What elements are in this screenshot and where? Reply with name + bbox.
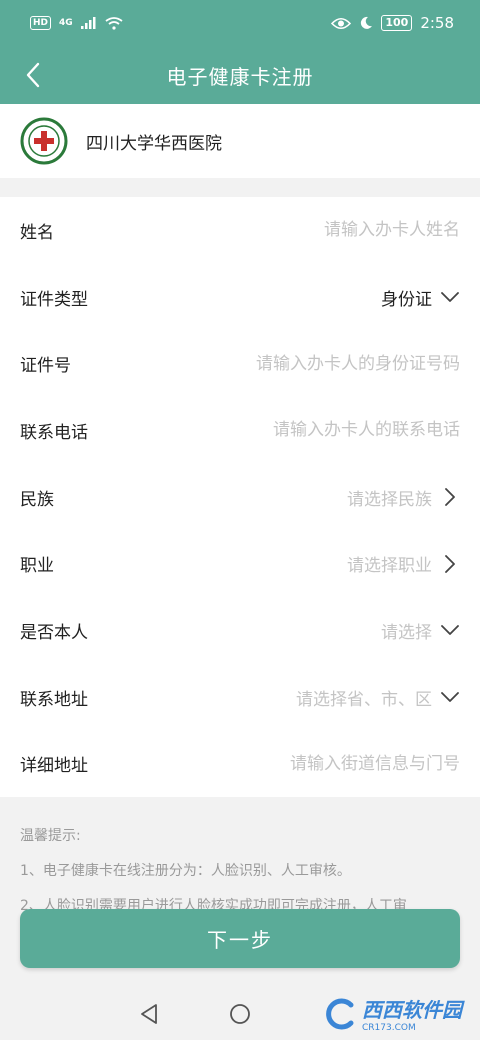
form-row-self[interactable]: 是否本人 请选择 — [0, 597, 480, 664]
signal-icon — [80, 17, 96, 29]
home-circle-icon[interactable] — [229, 1003, 251, 1025]
address-label: 联系地址 — [20, 689, 88, 710]
self-label: 是否本人 — [20, 622, 88, 643]
id-number-input[interactable] — [160, 353, 460, 374]
watermark-text: 西西软件园 — [362, 998, 462, 1022]
network-type: 4G — [59, 18, 73, 28]
status-right: 100 2:58 — [331, 14, 454, 32]
phone-label: 联系电话 — [20, 422, 88, 443]
hospital-name: 四川大学华西医院 — [86, 133, 222, 154]
hospital-logo — [20, 117, 68, 165]
form-row-ethnicity[interactable]: 民族 请选择民族 — [0, 464, 480, 531]
chevron-down-icon — [440, 287, 460, 307]
self-select[interactable]: 请选择 — [381, 618, 460, 643]
registration-form: 姓名 证件类型 身份证 证件号 联系电话 民族 请选择民族 职业 请选择职业 — [0, 197, 480, 797]
tips-section: 温馨提示: 1、电子健康卡在线注册分为：人脸识别、人工审核。 2、人脸识别需要用… — [0, 797, 480, 917]
name-input[interactable] — [160, 220, 460, 241]
name-label: 姓名 — [20, 222, 54, 243]
detail-address-label: 详细地址 — [20, 756, 88, 777]
phone-input[interactable] — [160, 420, 460, 441]
detail-address-input[interactable] — [160, 753, 460, 774]
chevron-right-icon — [440, 487, 460, 507]
chevron-right-icon — [440, 554, 460, 574]
address-placeholder: 请选择省、市、区 — [296, 689, 432, 710]
ethnicity-label: 民族 — [20, 489, 54, 510]
wifi-icon — [105, 16, 123, 30]
id-type-label: 证件类型 — [20, 289, 88, 310]
self-placeholder: 请选择 — [381, 622, 432, 643]
chevron-left-icon — [26, 62, 40, 88]
form-row-id-number: 证件号 — [0, 330, 480, 397]
id-type-select[interactable]: 身份证 — [381, 285, 460, 310]
watermark-sub: CR173.COM — [362, 1023, 416, 1033]
ethnicity-placeholder: 请选择民族 — [347, 489, 432, 510]
occupation-placeholder: 请选择职业 — [347, 556, 432, 577]
hd-badge: HD — [30, 16, 52, 30]
clock: 2:58 — [420, 14, 454, 32]
form-row-detail-address: 详细地址 — [0, 731, 480, 798]
id-type-value: 身份证 — [381, 289, 432, 310]
tips-line-1: 1、电子健康卡在线注册分为：人脸识别、人工审核。 — [20, 863, 351, 879]
occupation-select[interactable]: 请选择职业 — [347, 551, 460, 576]
form-row-phone: 联系电话 — [0, 397, 480, 464]
tips-title: 温馨提示: — [20, 828, 81, 844]
app-header: 电子健康卡注册 — [0, 46, 480, 104]
hospital-row: 四川大学华西医院 — [0, 104, 480, 178]
back-triangle-icon[interactable] — [139, 1003, 159, 1025]
back-button[interactable] — [18, 60, 48, 90]
address-select[interactable]: 请选择省、市、区 — [296, 685, 460, 710]
occupation-label: 职业 — [20, 556, 54, 577]
next-step-button[interactable]: 下一步 — [20, 909, 460, 968]
id-number-label: 证件号 — [20, 356, 71, 377]
form-row-address[interactable]: 联系地址 请选择省、市、区 — [0, 664, 480, 731]
watermark: 西西软件园 CR173.COM — [324, 994, 462, 1033]
form-row-occupation[interactable]: 职业 请选择职业 — [0, 530, 480, 597]
ethnicity-select[interactable]: 请选择民族 — [347, 485, 460, 510]
battery-icon: 100 — [381, 15, 413, 31]
form-row-id-type[interactable]: 证件类型 身份证 — [0, 264, 480, 331]
status-left: HD 4G — [30, 16, 123, 30]
status-bar: HD 4G 100 2:58 — [0, 0, 480, 46]
eye-icon — [331, 17, 352, 29]
chevron-down-icon — [440, 620, 460, 640]
moon-icon — [361, 16, 373, 29]
page-title: 电子健康卡注册 — [166, 64, 314, 89]
chevron-down-icon — [440, 687, 460, 707]
form-row-name: 姓名 — [0, 197, 480, 264]
watermark-logo-icon — [326, 998, 354, 1029]
